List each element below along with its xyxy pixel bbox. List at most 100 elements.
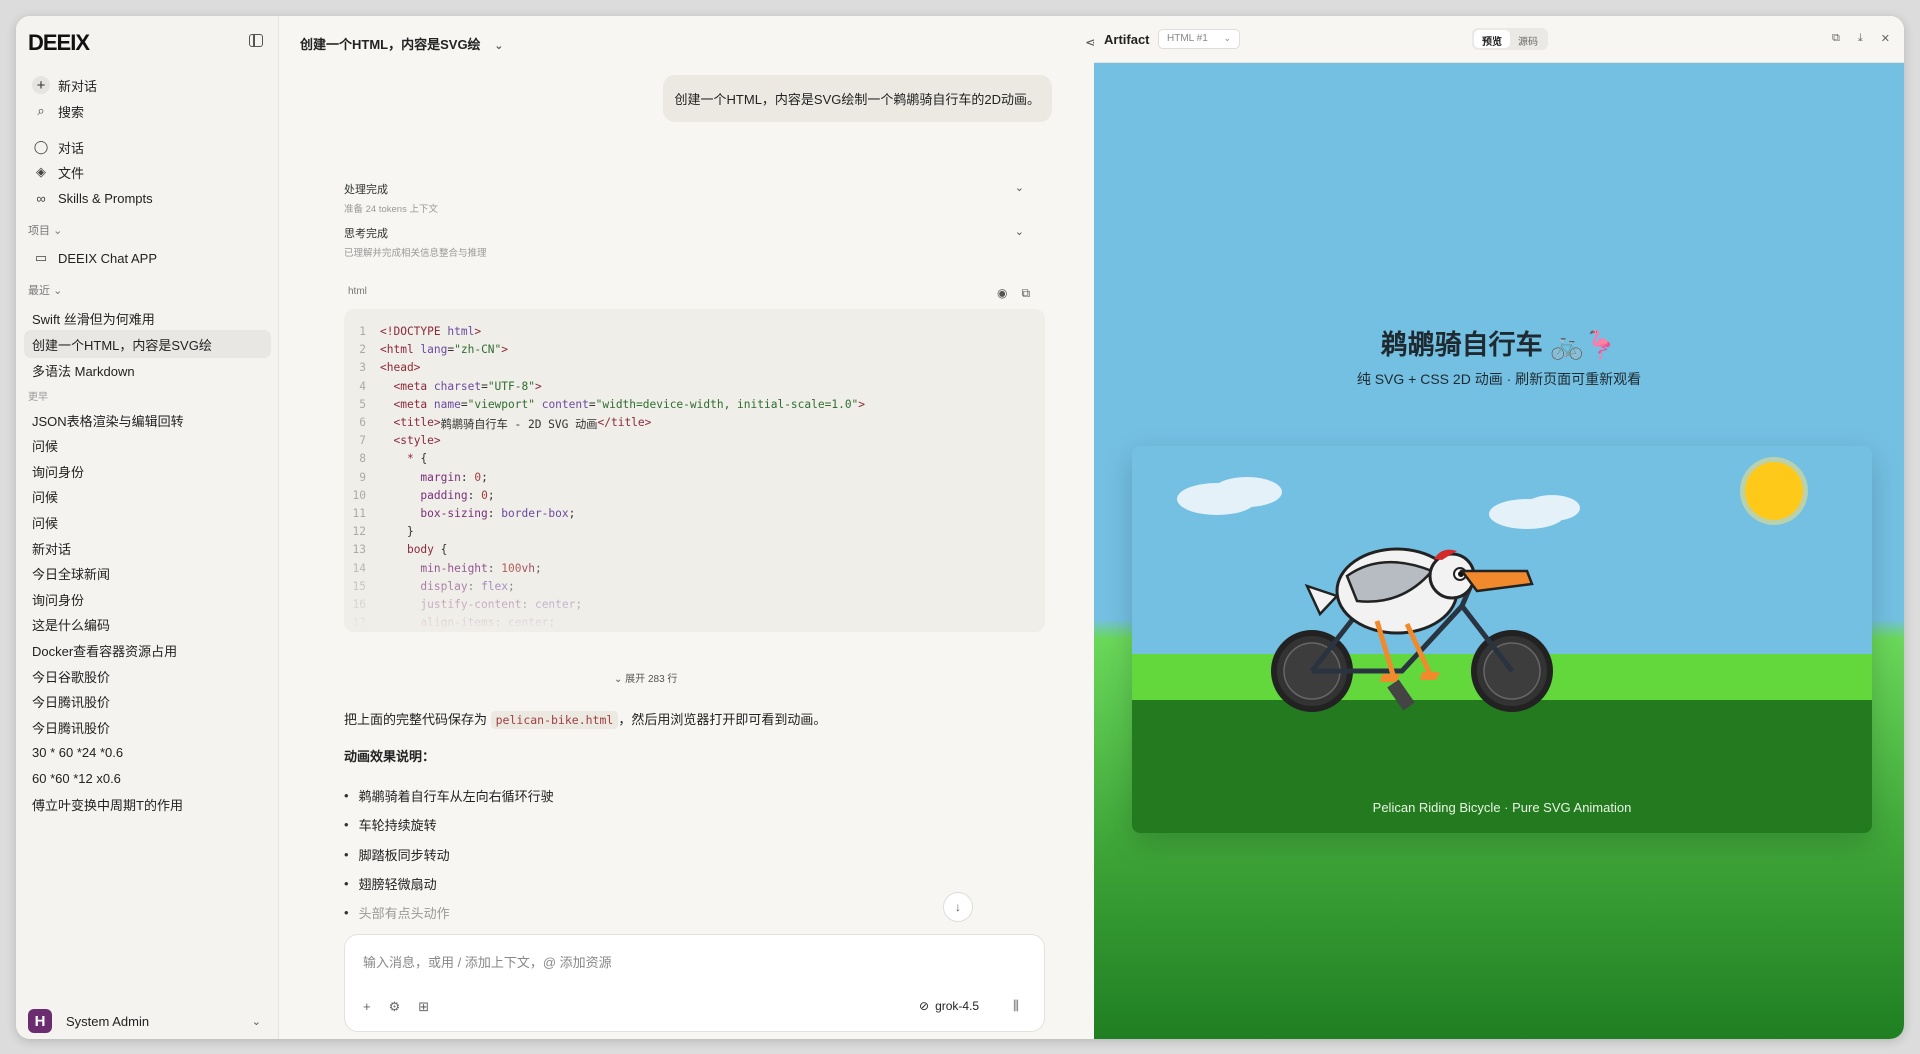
chevron-down-icon: ⌄ [251,1015,261,1028]
history-item[interactable]: 问候 [24,483,271,511]
eye-icon[interactable]: ◉ [997,286,1007,301]
code-toolbar: ◉ ⧉ [997,286,1030,301]
code-line: 8 * { [344,452,427,470]
composer-tools: + ⚙ ⊞ [363,999,429,1015]
sidebar-item-files[interactable]: ◈ 文件 [24,158,271,186]
artifact-title: Artifact [1104,32,1150,47]
artifact-actions: ⧉ ⤓ ✕ [1832,32,1890,45]
search-icon: ⌕ [37,103,45,118]
avatar: H [28,1009,52,1033]
search-button[interactable]: ⌕ 搜索 [24,97,271,125]
history-item[interactable]: 询问身份 [24,585,271,613]
recent-item-label: 创建一个HTML，内容是SVG绘 [32,337,212,353]
answer-text: ，然后用浏览器打开即可看到动画。 [618,712,827,727]
history-item[interactable]: 问候 [24,508,271,536]
user-menu[interactable]: H System Admin ⌄ [24,1006,271,1036]
code-token: } [380,525,414,539]
history-item[interactable]: 新对话 [24,534,271,562]
sidebar-toggle-icon[interactable] [249,34,263,47]
chevron-down-icon: ⌄ [53,285,63,297]
line-number: 12 [352,525,366,539]
projects-section-header[interactable]: 项目 ⌄ [28,222,62,238]
voice-icon[interactable]: ⫼ [1013,998,1019,1014]
settings-icon[interactable]: ⚙ [389,999,401,1015]
sidebar-item-skills[interactable]: ∞ Skills & Prompts [24,184,271,212]
line-number: 2 [359,343,366,357]
history-item[interactable]: 今日腾讯股价 [24,713,271,741]
code-line: 9 margin: 0; [344,471,488,489]
user-message: 创建一个HTML，内容是SVG绘制一个鹈鹕骑自行车的2D动画。 [662,75,1052,122]
status-processing[interactable]: 处理完成 准备 24 tokens 上下文 ⌄ [344,181,1024,215]
history-item[interactable]: 询问身份 [24,457,271,485]
history-item[interactable]: 今日全球新闻 [24,560,271,588]
history-item[interactable]: 30 * 60 *24 *0.6 [24,739,271,767]
copy-icon[interactable]: ⧉ [1832,32,1840,45]
copy-icon[interactable]: ⧉ [1021,286,1030,301]
link-icon: ∞ [36,190,46,206]
plus-icon[interactable]: + [363,999,371,1015]
code-token: box-sizing [420,507,488,520]
code-token: padding [420,488,468,502]
code-token: = [481,379,488,393]
history-item[interactable]: 今日谷歌股价 [24,662,271,690]
chat-title: 创建一个HTML，内容是SVG绘 [300,37,481,52]
plus-icon: + [32,76,50,94]
code-token: ; [568,507,576,520]
code-token: : [460,470,475,484]
history-item[interactable]: JSON表格渲染与编辑回转 [24,406,271,434]
list-item: 头部有点头动作 [344,903,450,922]
history-item[interactable]: 今日腾讯股价 [24,688,271,716]
artifact-header: Artifact HTML #1 ⌄ 预览 源码 ⧉ ⤓ ✕ [1094,16,1904,63]
sidebar-item-chats[interactable]: ◯ 对话 [24,133,271,161]
list-item: 脚踏板同步转动 [344,845,450,864]
close-icon[interactable]: ✕ [1881,32,1890,45]
line-number: 9 [359,470,366,484]
recent-item-active[interactable]: 创建一个HTML，内容是SVG绘 [24,330,271,358]
line-number: 10 [352,488,366,502]
message-input[interactable] [363,955,1013,970]
history-item[interactable]: 这是什么编码 [24,611,271,639]
history-item-label: 傅立叶变换中周期T的作用 [32,797,183,813]
history-item[interactable]: 60 *60 *12 x0.6 [24,764,271,792]
history-item[interactable]: 傅立叶变换中周期T的作用 [24,790,271,818]
chevron-down-icon: ⌄ [614,674,623,685]
list-item: 车轮持续旋转 [344,815,437,834]
new-chat-button[interactable]: + 新对话 [24,71,271,99]
status-thinking[interactable]: 思考完成 已理解并完成相关信息整合与推理 ⌄ [344,225,1024,259]
project-item[interactable]: ▭ DEEIX Chat APP [24,244,271,272]
scroll-down-button[interactable]: ↓ [943,892,973,922]
code-token: <head> [380,361,421,375]
list-item: 鹈鹕骑着自行车从左向右循环行驶 [344,786,554,805]
layers-icon: ◈ [36,164,46,179]
recent-item[interactable]: Swift 丝滑但为何难用 [24,304,271,332]
recent-section-header[interactable]: 最近 ⌄ [28,282,62,298]
code-token: > [474,325,482,338]
history-item[interactable]: 问候 [24,432,271,460]
preview-title: 鹈鹕骑自行车 🚲🦩 [1380,330,1618,360]
view-toggle: 预览 源码 [1472,28,1548,50]
status-title: 思考完成 [344,228,388,240]
tab-source[interactable]: 源码 [1510,30,1546,48]
line-number: 11 [352,507,366,520]
line-number: 5 [359,397,366,411]
tab-preview[interactable]: 预览 [1474,30,1510,48]
earlier-label: 更早 [28,392,48,403]
app-logo[interactable]: DEEIX [28,30,90,56]
code-token: > [534,379,542,393]
history-item[interactable]: Docker查看容器资源占用 [24,636,271,664]
expand-code-button[interactable]: ⌄ 展开 283 行 [614,670,677,685]
history-item-label: 60 *60 *12 x0.6 [32,770,121,786]
status-title: 处理完成 [344,184,388,196]
code-token: ; [481,470,488,484]
code-token: "width=device-width, initial-scale=1.0" [595,397,859,411]
apps-icon[interactable]: ⊞ [418,999,429,1015]
artifact-version-select[interactable]: HTML #1 ⌄ [1158,29,1240,49]
chat-title-dropdown[interactable]: 创建一个HTML，内容是SVG绘 ⌄ [300,34,503,53]
code-language-label: html [348,286,367,297]
code-line: 1 <!DOCTYPE html > [344,325,481,343]
recent-item[interactable]: 多语法 Markdown [24,356,271,384]
artifact-panel: Artifact HTML #1 ⌄ 预览 源码 ⧉ ⤓ ✕ 鹈鹕骑自行车 🚲🦩… [1094,16,1904,1039]
download-icon[interactable]: ⤓ [1858,32,1863,45]
model-selector[interactable]: ⊘ grok-4.5 [919,999,979,1013]
code-line: 2 <html lang = "zh-CN" > [344,343,508,361]
